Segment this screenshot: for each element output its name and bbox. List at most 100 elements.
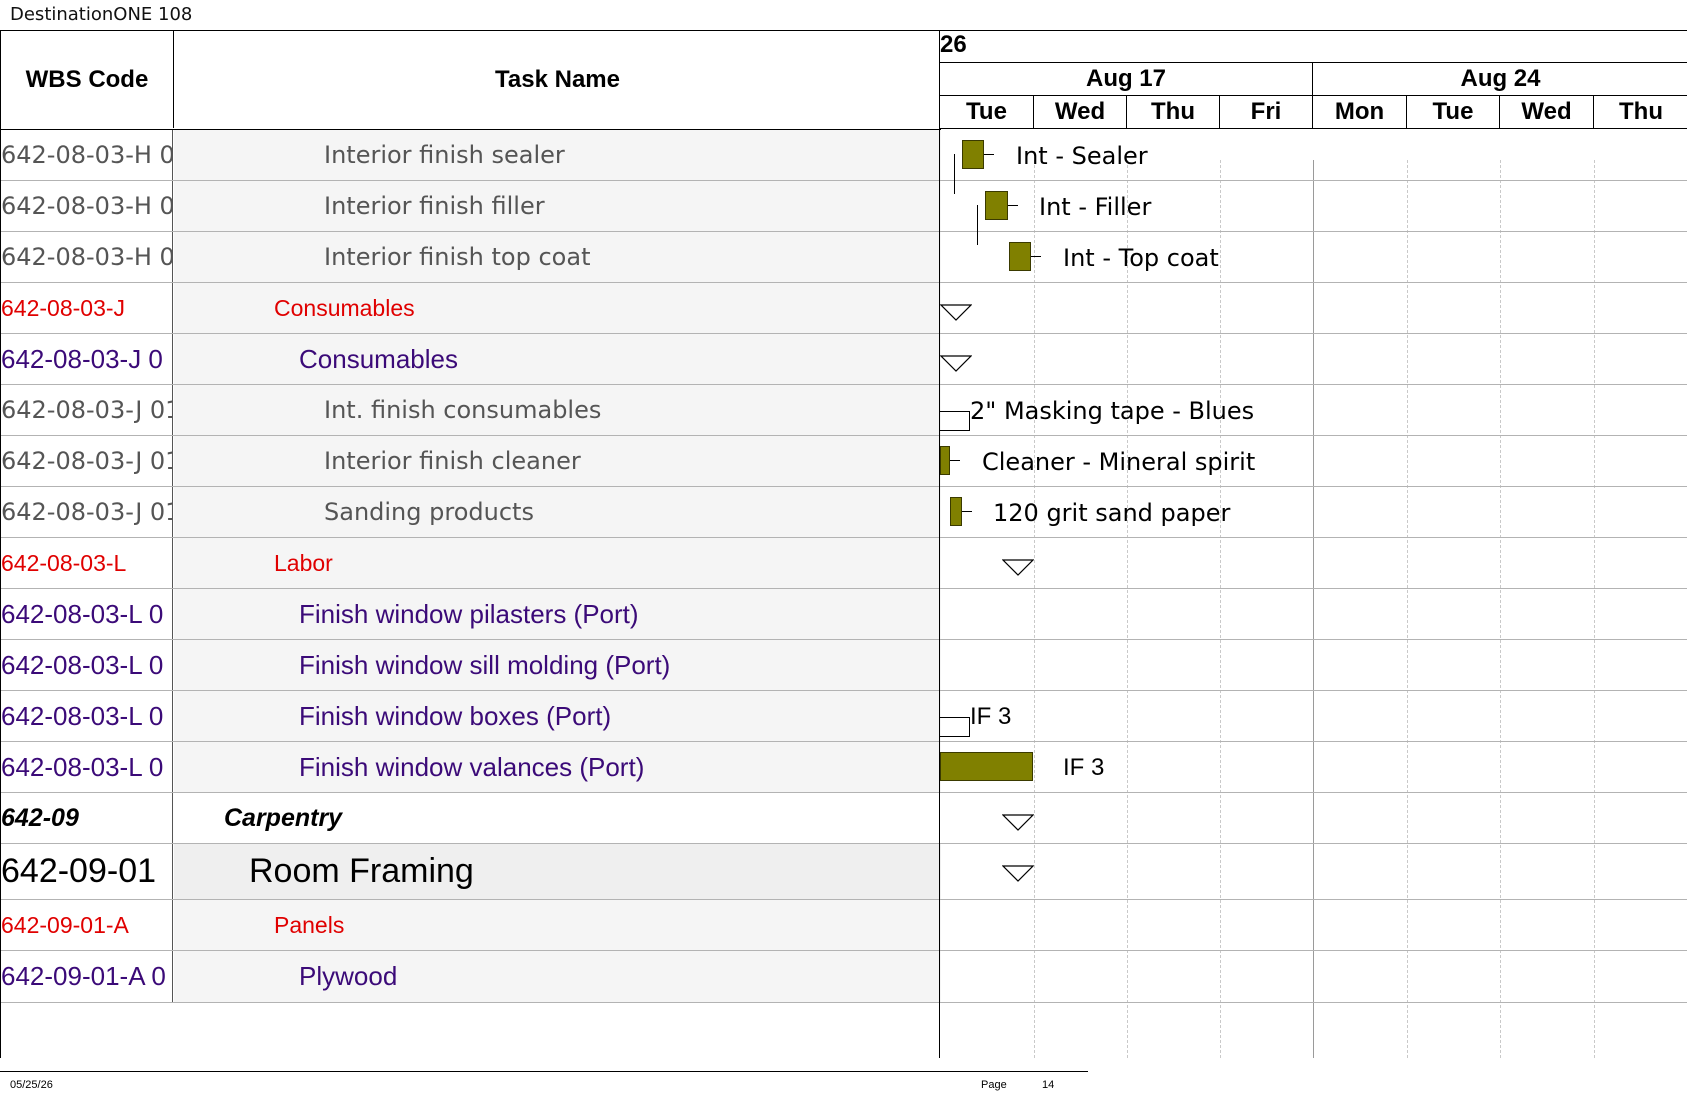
- wbs-code-cell: 642-09-01-A: [1, 900, 173, 950]
- gantt-row: [940, 951, 1687, 1003]
- task-bar[interactable]: [962, 140, 984, 169]
- resource-marker: [940, 717, 970, 737]
- table-row[interactable]: 642-08-03-J 01 Int. finish consumables: [1, 385, 941, 436]
- wbs-column-header[interactable]: WBS Code: [1, 31, 174, 128]
- table-row[interactable]: 642-08-03-J 01 Interior finish cleaner: [1, 436, 941, 487]
- task-bar[interactable]: [950, 497, 962, 526]
- footer-date: 05/25/26: [10, 1079, 53, 1091]
- table-row[interactable]: 642-08-03-L 0 Finish window sill molding …: [1, 640, 941, 691]
- gantt-bar-label: Int - Top coat: [1063, 244, 1219, 272]
- task-name-cell: Int. finish consumables: [174, 385, 941, 435]
- week-header: Aug 17: [940, 63, 1313, 96]
- day-header: Wed: [1500, 96, 1594, 128]
- gantt-bar-label: IF 3: [1063, 754, 1105, 781]
- gantt-row: IF 3: [940, 742, 1687, 793]
- summary-triangle-icon[interactable]: [940, 354, 972, 374]
- table-row[interactable]: 642-08-03-H 0 Interior finish top coat: [1, 232, 941, 283]
- task-bar[interactable]: [940, 752, 1033, 781]
- gantt-row: Cleaner - Mineral spirit: [940, 436, 1687, 487]
- summary-triangle-icon[interactable]: [1002, 558, 1034, 578]
- footer-page-label: Page: [981, 1079, 1007, 1091]
- wbs-code-cell: 642-08-03-L 0: [1, 691, 173, 741]
- task-name-cell: Consumables: [174, 334, 941, 384]
- summary-triangle-icon[interactable]: [940, 303, 972, 323]
- gantt-bar-label: 120 grit sand paper: [993, 499, 1231, 527]
- label-connector: [1008, 205, 1018, 206]
- gantt-row: [940, 538, 1687, 589]
- task-name-cell: Consumables: [174, 283, 941, 333]
- gantt-row: [940, 844, 1687, 900]
- gantt-bar-label: Int - Sealer: [1016, 142, 1148, 170]
- table-row[interactable]: 642-08-03-L Labor: [1, 538, 941, 589]
- summary-triangle-icon[interactable]: [1002, 864, 1034, 884]
- table-header: WBS Code Task Name: [1, 31, 941, 130]
- footer-page-number: 14: [1042, 1079, 1055, 1091]
- wbs-code-cell: 642-08-03-L 0: [1, 589, 173, 639]
- wbs-code-cell: 642-08-03-J 01: [1, 436, 173, 486]
- label-connector: [950, 460, 960, 461]
- table-row[interactable]: 642-08-03-J 01 Sanding products: [1, 487, 941, 538]
- wbs-code-cell: 642-08-03-H 0: [1, 232, 173, 282]
- day-header: Tue: [1407, 96, 1500, 128]
- table-row[interactable]: 642-09-01 Room Framing: [1, 844, 941, 900]
- gantt-bar-label: Cleaner - Mineral spirit: [982, 448, 1256, 476]
- gantt-row: Int - Sealer: [940, 130, 1687, 194]
- table-row[interactable]: 642-08-03-J Consumables: [1, 283, 941, 334]
- label-connector: [1031, 256, 1041, 257]
- table-row[interactable]: 642-08-03-L 0 Finish window valances (Por…: [1, 742, 941, 793]
- wbs-code-cell: 642-09-01: [1, 844, 173, 899]
- table-row[interactable]: 642-08-03-H 0 Interior finish sealer: [1, 130, 941, 181]
- gantt-rows: Int - Sealer Int - Filler Int - Top coat 2"…: [940, 130, 1687, 1003]
- timeline-year: 26: [940, 31, 1687, 63]
- day-header: Tue: [940, 96, 1034, 128]
- week-header: Aug 24: [1313, 63, 1687, 96]
- wbs-code-cell: 642-08-03-L 0: [1, 640, 173, 690]
- day-header: Thu: [1127, 96, 1220, 128]
- task-bar[interactable]: [1009, 242, 1031, 271]
- table-row[interactable]: 642-08-03-H 0 Interior finish filler: [1, 181, 941, 232]
- gantt-bar-label: IF 3: [970, 703, 1012, 730]
- task-name-cell: Carpentry: [174, 793, 941, 843]
- summary-triangle-icon[interactable]: [1002, 813, 1034, 833]
- task-name-cell: Interior finish cleaner: [174, 436, 941, 486]
- gantt-row: Int - Top coat: [940, 232, 1687, 283]
- gantt-chart: 26 Aug 17 Aug 24 Tue Wed Thu Fri Mon Tue Wed Thu …: [939, 30, 1687, 1058]
- table-row[interactable]: 642-08-03-L 0 Finish window pilasters (Po…: [1, 589, 941, 640]
- wbs-code-cell: 642-08-03-H 0: [1, 181, 173, 231]
- task-name-cell: Finish window sill molding (Port): [174, 640, 941, 690]
- task-name-cell: Finish window pilasters (Port): [174, 589, 941, 639]
- table-row[interactable]: 642-09 Carpentry: [1, 793, 941, 844]
- gantt-row: [940, 793, 1687, 844]
- task-name-cell: Interior finish filler: [174, 181, 941, 231]
- gantt-row: Int - Filler: [940, 181, 1687, 245]
- gantt-row: [940, 589, 1687, 640]
- task-name-cell: Interior finish top coat: [174, 232, 941, 282]
- task-name-cell: Labor: [174, 538, 941, 588]
- footer-divider: [0, 1071, 1088, 1072]
- gantt-row: 120 grit sand paper: [940, 487, 1687, 538]
- wbs-code-cell: 642-08-03-J 01: [1, 487, 173, 537]
- table-row[interactable]: 642-09-01-A Panels: [1, 900, 941, 951]
- task-bar[interactable]: [985, 191, 1008, 220]
- day-header: Wed: [1034, 96, 1127, 128]
- task-bar[interactable]: [940, 446, 950, 475]
- wbs-code-cell: 642-08-03-J: [1, 283, 173, 333]
- gantt-row: [940, 283, 1687, 334]
- task-name-cell: Finish window valances (Port): [174, 742, 941, 792]
- task-name-column-header[interactable]: Task Name: [174, 31, 941, 128]
- table-row[interactable]: 642-08-03-L 0 Finish window boxes (Port): [1, 691, 941, 742]
- wbs-code-cell: 642-08-03-L 0: [1, 742, 173, 792]
- label-connector: [984, 154, 994, 155]
- task-name-cell: Plywood: [174, 951, 941, 1002]
- timeline-year-label: 26: [940, 31, 967, 58]
- day-header: Fri: [1220, 96, 1313, 128]
- label-connector: [962, 511, 972, 512]
- wbs-code-cell: 642-08-03-J 01: [1, 385, 173, 435]
- table-body: 642-08-03-H 0 Interior finish sealer 642-0…: [1, 130, 941, 1003]
- wbs-code-cell: 642-08-03-H 0: [1, 130, 173, 180]
- task-name-cell: Interior finish sealer: [174, 130, 941, 180]
- table-row[interactable]: 642-09-01-A 0 Plywood: [1, 951, 941, 1003]
- table-row[interactable]: 642-08-03-J 0 Consumables: [1, 334, 941, 385]
- gantt-row: [940, 640, 1687, 691]
- task-name-cell: Finish window boxes (Port): [174, 691, 941, 741]
